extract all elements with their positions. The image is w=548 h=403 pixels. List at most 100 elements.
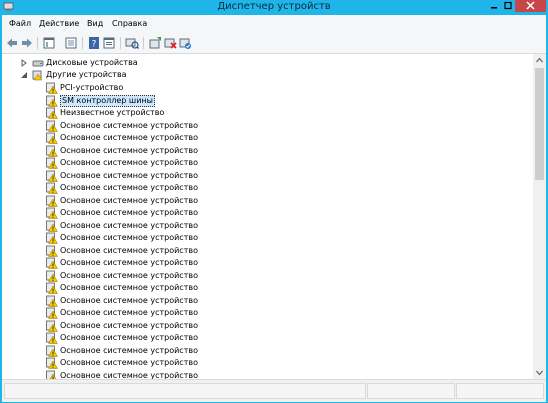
tree-item-base-system-device[interactable]: Основное системное устройство (46, 182, 246, 194)
help-icon[interactable]: ? (87, 36, 101, 50)
tree-item-sm-bus-controller[interactable]: SM контроллер шины (46, 95, 246, 107)
close-button[interactable] (515, 0, 546, 12)
tree-item-base-system-device[interactable]: Основное системное устройство (46, 232, 246, 244)
tree-item-base-system-device[interactable]: Основное системное устройство (46, 207, 246, 219)
tree-item-disk-drives[interactable]: Дисковые устройства (20, 57, 270, 69)
tree-item-base-system-device[interactable]: Основное системное устройство (46, 370, 246, 379)
tree-item-label: Основное системное устройство (60, 208, 198, 217)
warning-device-icon (46, 232, 58, 244)
tree-item-label: SM контроллер шины (60, 95, 155, 107)
device-manager-window: Диспетчер устройств Файл Действие Вид Сп… (0, 0, 548, 403)
warning-device-icon (46, 282, 58, 294)
warning-device-icon (46, 357, 58, 369)
tree-item-base-system-device[interactable]: Основное системное устройство (46, 145, 246, 157)
uninstall-device-icon[interactable] (163, 36, 177, 50)
device-tree[interactable]: Дисковые устройства Другие устройства PC… (2, 54, 533, 379)
title-bar[interactable]: Диспетчер устройств (0, 0, 548, 15)
tree-item-base-system-device[interactable]: Основное системное устройство (46, 282, 246, 294)
tree-item-label: Основное системное устройство (60, 196, 198, 205)
forward-arrow-icon[interactable] (20, 36, 34, 50)
scrollbar-thumb[interactable] (535, 68, 544, 180)
collapse-arrow-icon[interactable] (20, 71, 28, 79)
update-driver-icon[interactable] (148, 36, 162, 50)
warning-device-icon (46, 220, 58, 232)
scan-hardware-icon[interactable] (125, 36, 139, 50)
menu-help[interactable]: Справка (112, 19, 147, 28)
expand-arrow-icon[interactable] (20, 59, 28, 67)
tree-item-label: Основное системное устройство (60, 133, 198, 142)
tree-item-base-system-device[interactable]: Основное системное устройство (46, 120, 246, 132)
tree-item-label: Основное системное устройство (60, 296, 198, 305)
tree-item-pci-device[interactable]: PCI-устройство (46, 82, 246, 94)
toolbar-separator (82, 37, 83, 49)
tree-item-base-system-device[interactable]: Основное системное устройство (46, 245, 246, 257)
tree-item-base-system-device[interactable]: Основное системное устройство (46, 332, 246, 344)
tree-item-label: Основное системное устройство (60, 146, 198, 155)
warning-device-icon (46, 82, 58, 94)
toolbar-separator (143, 37, 144, 49)
tree-item-base-system-device[interactable]: Основное системное устройство (46, 132, 246, 144)
menu-view[interactable]: Вид (87, 19, 103, 28)
warning-device-icon (46, 332, 58, 344)
tree-item-base-system-device[interactable]: Основное системное устройство (46, 157, 246, 169)
maximize-button[interactable] (501, 0, 515, 12)
console-tree-icon[interactable] (102, 36, 116, 50)
tree-item-base-system-device[interactable]: Основное системное устройство (46, 295, 246, 307)
tree-item-unknown-device[interactable]: Неизвестное устройство (46, 107, 246, 119)
vertical-scrollbar[interactable] (533, 54, 546, 379)
tree-item-label: Основное системное устройство (60, 183, 198, 192)
warning-device-icon (46, 307, 58, 319)
menu-file[interactable]: Файл (9, 19, 31, 28)
toolbar-separator (120, 37, 121, 49)
tree-item-label: Неизвестное устройство (60, 108, 165, 117)
tree-item-label: Основное системное устройство (60, 121, 198, 130)
properties-panel-icon[interactable] (42, 36, 56, 50)
warning-device-icon (46, 320, 58, 332)
show-hidden-icon[interactable] (64, 36, 78, 50)
tree-item-other-devices[interactable]: Другие устройства (20, 69, 270, 81)
warning-device-icon (46, 182, 58, 194)
status-bar (2, 379, 546, 402)
tree-item-label: Основное системное устройство (60, 371, 198, 379)
scroll-up-arrow-icon[interactable] (533, 54, 546, 67)
menu-action[interactable]: Действие (39, 19, 79, 28)
tree-item-label: Основное системное устройство (60, 221, 198, 230)
warning-device-icon (46, 195, 58, 207)
tree-item-base-system-device[interactable]: Основное системное устройство (46, 257, 246, 269)
status-pane (367, 383, 455, 399)
warning-device-icon (46, 257, 58, 269)
scroll-down-arrow-icon[interactable] (533, 366, 546, 379)
warning-device-icon (46, 245, 58, 257)
tree-item-base-system-device[interactable]: Основное системное устройство (46, 357, 246, 369)
tree-item-label: Другие устройства (46, 70, 127, 79)
enable-device-icon[interactable] (178, 36, 192, 50)
warning-device-icon (46, 95, 58, 107)
back-arrow-icon[interactable] (5, 36, 19, 50)
tree-item-label: Основное системное устройство (60, 321, 198, 330)
tree-item-base-system-device[interactable]: Основное системное устройство (46, 320, 246, 332)
tree-item-label: Основное системное устройство (60, 233, 198, 242)
warning-device-icon (46, 145, 58, 157)
tree-item-label: Основное системное устройство (60, 246, 198, 255)
tree-item-label: Основное системное устройство (60, 171, 198, 180)
tree-item-label: PCI-устройство (60, 83, 124, 92)
warning-device-icon (46, 107, 58, 119)
toolbar-separator (37, 37, 38, 49)
tree-item-base-system-device[interactable]: Основное системное устройство (46, 170, 246, 182)
menu-bar: Файл Действие Вид Справка (2, 15, 546, 33)
tree-item-base-system-device[interactable]: Основное системное устройство (46, 220, 246, 232)
tree-item-base-system-device[interactable]: Основное системное устройство (46, 195, 246, 207)
tree-item-base-system-device[interactable]: Основное системное устройство (46, 345, 246, 357)
minimize-button[interactable] (487, 0, 501, 12)
warning-device-icon (46, 345, 58, 357)
tree-item-base-system-device[interactable]: Основное системное устройство (46, 270, 246, 282)
tree-item-label: Основное системное устройство (60, 158, 198, 167)
svg-text:?: ? (92, 40, 97, 50)
warning-device-icon (46, 270, 58, 282)
tree-item-base-system-device[interactable]: Основное системное устройство (46, 307, 246, 319)
tree-item-label: Основное системное устройство (60, 358, 198, 367)
tree-item-label: Основное системное устройство (60, 271, 198, 280)
tree-item-label: Основное системное устройство (60, 333, 198, 342)
status-pane-main (4, 383, 366, 399)
window-title: Диспетчер устройств (217, 1, 331, 12)
